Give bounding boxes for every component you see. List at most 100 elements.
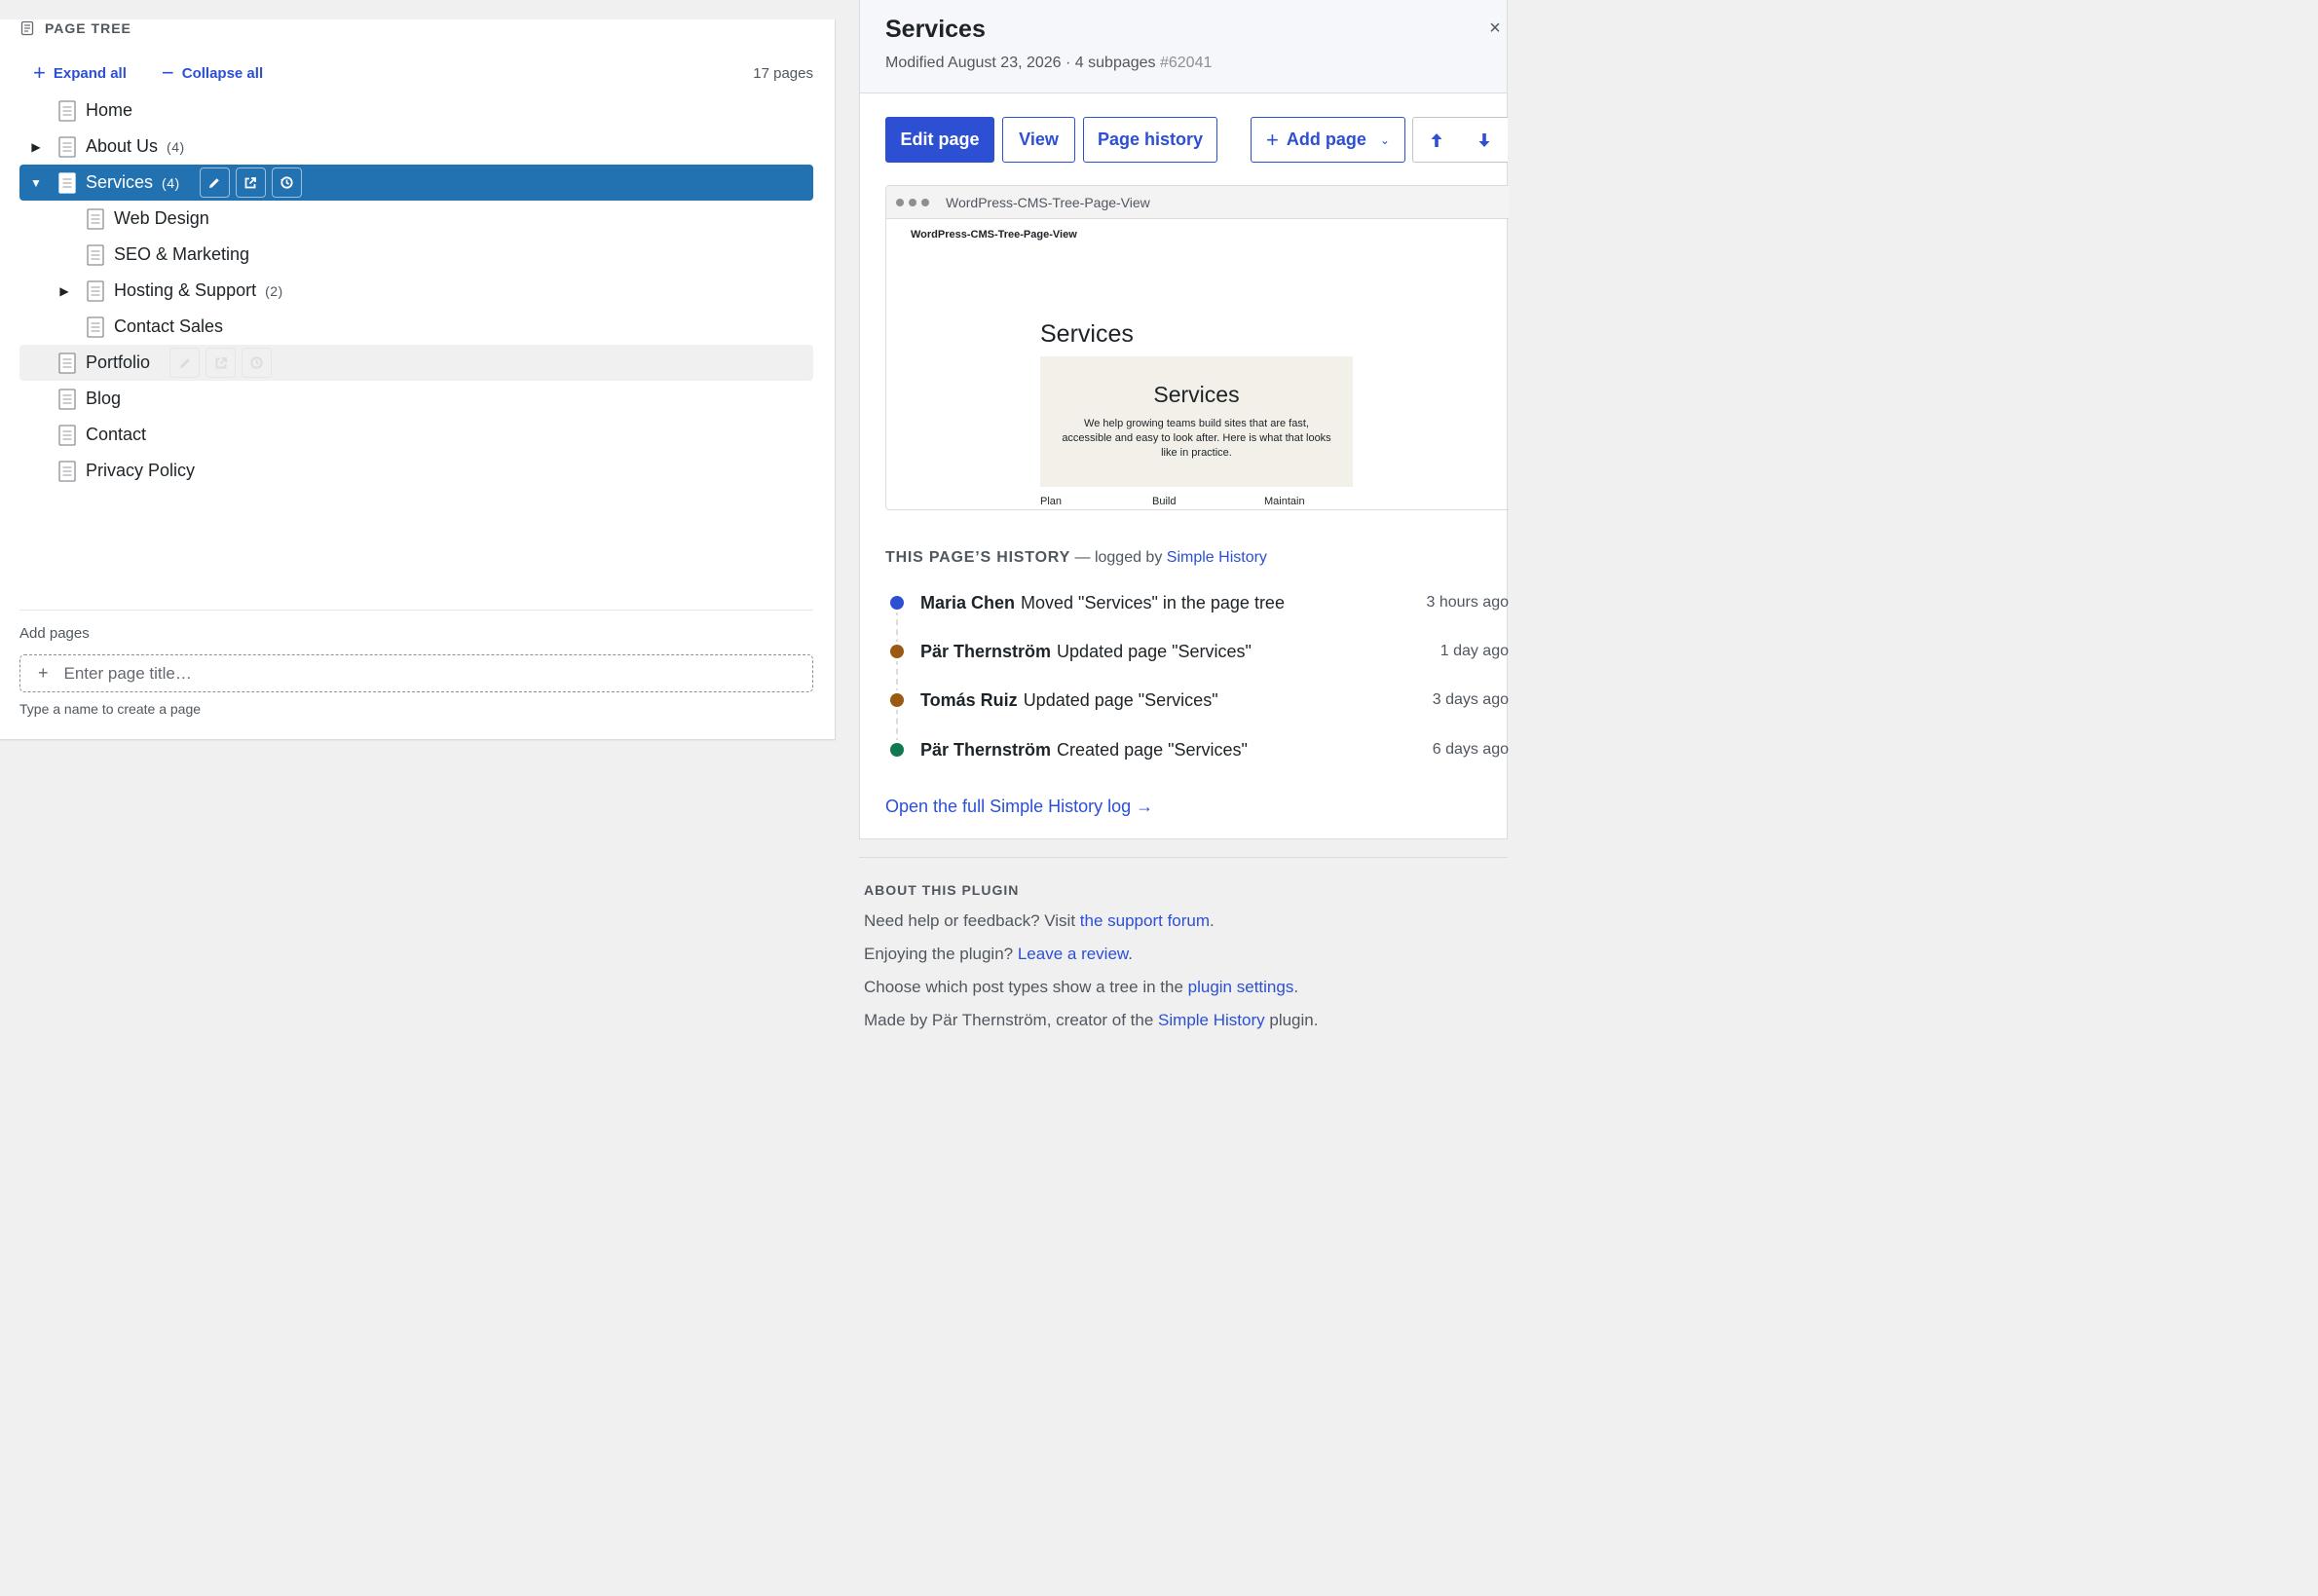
page-icon	[58, 99, 76, 122]
divider	[19, 610, 813, 611]
preview-column-label: Build	[1152, 496, 1177, 507]
tree-item-blog[interactable]: Blog	[19, 381, 813, 417]
preview-column-label: Plan	[1040, 496, 1063, 507]
page-preview[interactable]: WordPress-CMS-Tree-Page-View WordPress-C…	[885, 185, 1509, 510]
history-dot-icon	[890, 693, 904, 707]
tree-item-label: Web Design	[114, 208, 209, 228]
row-actions	[199, 167, 302, 198]
expand-toggle-icon[interactable]: ▶	[57, 284, 71, 298]
history-user: Tomás Ruiz	[920, 689, 1018, 710]
simple-history-link[interactable]: Simple History	[1167, 549, 1267, 566]
tree-item-about-us[interactable]: ▶ About Us (4)	[19, 129, 813, 165]
tree-item-label: Home	[86, 100, 133, 120]
external-link-icon	[244, 176, 257, 188]
expand-toggle-icon[interactable]: ▶	[29, 140, 43, 154]
history-action: Updated page "Services"	[1023, 689, 1218, 710]
page-history-action[interactable]	[242, 348, 273, 378]
view-button[interactable]: View	[1002, 117, 1075, 163]
view-page-action[interactable]	[206, 348, 237, 378]
history-time: 6 days ago	[1432, 741, 1509, 758]
add-page-field[interactable]: +	[19, 654, 813, 692]
details-header: Services Modified August 23, 2026 · 4 su…	[860, 0, 1507, 93]
page-icon	[87, 243, 104, 266]
preview-browser-bar: WordPress-CMS-Tree-Page-View	[886, 186, 1509, 219]
history-user: Pär Thernström	[920, 641, 1052, 661]
modified-text: Modified August 23, 2026 · 4 subpages	[885, 55, 1156, 71]
history-dot-icon	[890, 743, 904, 757]
page-history-button[interactable]: Page history	[1083, 117, 1217, 163]
close-icon[interactable]: ×	[1483, 18, 1507, 40]
page-icon	[87, 279, 104, 302]
tree-item-contact-sales[interactable]: Contact Sales	[19, 309, 813, 345]
tree-item-web-design[interactable]: Web Design	[19, 201, 813, 237]
plus-icon: +	[1266, 127, 1279, 152]
about-line-author: Made by Pär Thernström, creator of the S…	[864, 1011, 1319, 1029]
preview-heading: Services	[1040, 320, 1134, 348]
tree-item-label: Services	[86, 172, 154, 192]
edit-page-action[interactable]	[169, 348, 201, 378]
page-count: 17 pages	[753, 64, 813, 82]
tree-item-label: Contact	[86, 425, 147, 444]
support-forum-link[interactable]: the support forum	[1080, 911, 1210, 930]
plugin-settings-link[interactable]: plugin settings	[1188, 978, 1294, 996]
add-page-hint: Type a name to create a page	[19, 701, 202, 717]
tree-item-label: Blog	[86, 389, 122, 408]
history-item: Maria Chen Moved "Services" in the page …	[885, 591, 1509, 614]
preview-card-title: Services	[1153, 382, 1240, 407]
divider	[859, 857, 1508, 858]
history-time: 3 hours ago	[1426, 594, 1509, 611]
minus-icon: −	[161, 60, 174, 85]
page-icon	[58, 135, 76, 158]
page-title-input[interactable]	[61, 662, 651, 685]
pencil-icon	[179, 357, 190, 368]
tree-item-label: Portfolio	[86, 353, 151, 372]
simple-history-plugin-link[interactable]: Simple History	[1158, 1011, 1265, 1029]
history-item: Tomás Ruiz Updated page "Services" 3 day…	[885, 688, 1509, 712]
about-line-review: Enjoying the plugin? Leave a review.	[864, 945, 1133, 963]
page-tree-header: PAGE TREE	[19, 19, 131, 37]
tree-item-hosting-support[interactable]: ▶ Hosting & Support (2)	[19, 273, 813, 309]
add-page-button[interactable]: + Add page ⌄	[1251, 117, 1405, 163]
tree-item-services[interactable]: ▼ Services (4)	[19, 165, 813, 201]
history-dot-icon	[890, 596, 904, 610]
edit-page-action[interactable]	[199, 167, 230, 198]
tree-item-label: SEO & Marketing	[114, 244, 250, 264]
subpage-count: (4)	[167, 138, 185, 155]
tree-item-contact[interactable]: Contact	[19, 417, 813, 453]
preview-card-text: We help growing teams build sites that a…	[1062, 418, 1331, 459]
plus-icon: +	[33, 60, 46, 85]
tree-item-label: About Us	[86, 136, 159, 156]
arrow-up-icon[interactable]	[1430, 132, 1443, 148]
preview-column-label: Maintain	[1264, 496, 1305, 507]
tree-item-seo-marketing[interactable]: SEO & Marketing	[19, 237, 813, 273]
preview-url: WordPress-CMS-Tree-Page-View	[946, 194, 1150, 210]
move-buttons	[1412, 117, 1508, 163]
add-pages-label: Add pages	[19, 625, 90, 642]
tree-item-portfolio[interactable]: Portfolio	[19, 345, 813, 381]
history-action: Updated page "Services"	[1057, 641, 1252, 661]
about-plugin-section: ABOUT THIS PLUGIN Need help or feedback?…	[864, 882, 1507, 1044]
chevron-down-icon: ⌄	[1379, 132, 1390, 147]
arrow-down-icon[interactable]	[1477, 132, 1491, 148]
page-history-action[interactable]	[271, 167, 302, 198]
about-line-settings: Choose which post types show a tree in t…	[864, 978, 1299, 996]
leave-review-link[interactable]: Leave a review	[1018, 945, 1128, 963]
history-item: Pär Thernström Created page "Services" 6…	[885, 738, 1509, 761]
expand-all-button[interactable]: + Expand all	[33, 62, 127, 84]
tree-item-privacy-policy[interactable]: Privacy Policy	[19, 453, 813, 489]
full-history-log-link[interactable]: Open the full Simple History log →	[885, 797, 1153, 817]
tree-item-label: Contact Sales	[114, 316, 224, 336]
view-page-action[interactable]	[235, 167, 266, 198]
page-icon	[87, 207, 104, 230]
collapse-all-button[interactable]: − Collapse all	[162, 62, 263, 84]
page-id: #62041	[1159, 55, 1213, 71]
about-line-support: Need help or feedback? Visit the support…	[864, 911, 1215, 930]
collapse-toggle-icon[interactable]: ▼	[29, 176, 43, 190]
tree-toolbar: + Expand all − Collapse all 17 pages	[33, 62, 813, 84]
tree-item-home[interactable]: Home	[19, 93, 813, 129]
preview-site-name: WordPress-CMS-Tree-Page-View	[911, 229, 1077, 241]
edit-page-button[interactable]: Edit page	[885, 117, 994, 163]
history-time: 1 day ago	[1439, 643, 1509, 659]
about-title: ABOUT THIS PLUGIN	[864, 882, 1020, 898]
window-dot-icon	[896, 198, 904, 206]
